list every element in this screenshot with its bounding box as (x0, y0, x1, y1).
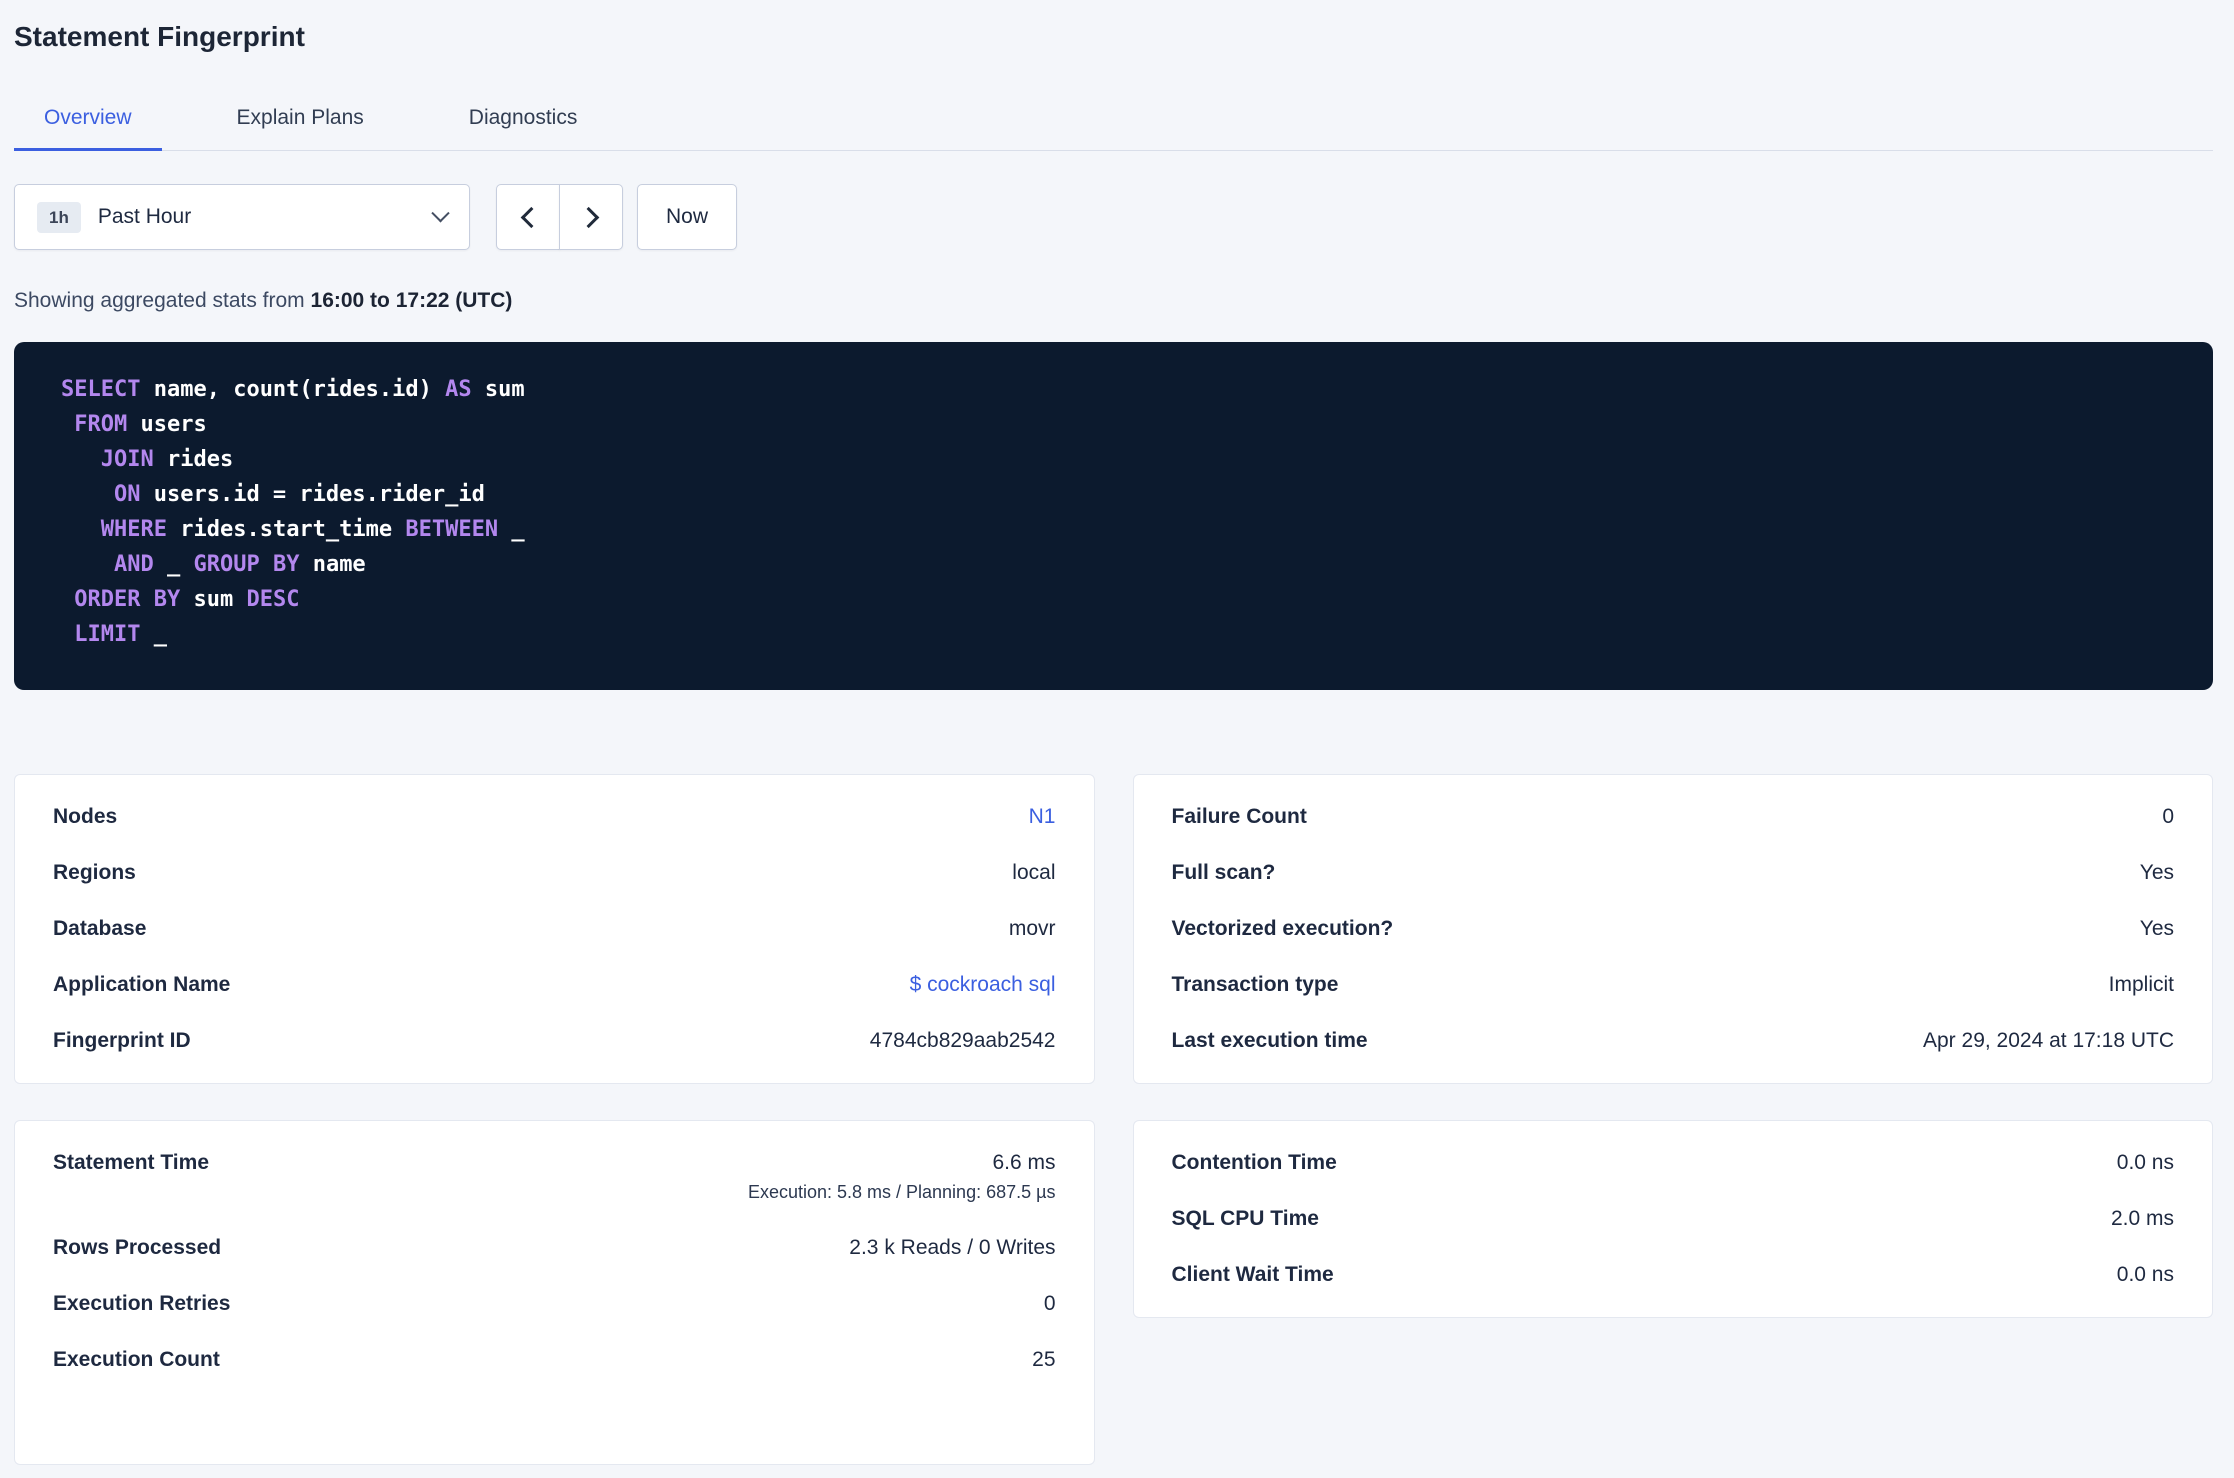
statement-times-rows: Statement Time 6.6 ms Execution: 5.8 ms / … (53, 1135, 1056, 1388)
statement-details-card: Nodes N1 Regions local Database movr Applicati… (14, 774, 1095, 1084)
stat-label: Failure Count (1171, 805, 1307, 828)
stat-row: SQL CPU Time 2.0 ms (1172, 1191, 2175, 1247)
aggregated-stats-prefix: Showing aggregated stats from (14, 289, 305, 312)
stat-label: Nodes (53, 805, 118, 828)
stat-label: Vectorized execution? (1171, 917, 1394, 940)
stat-row: Nodes N1 (53, 789, 1056, 845)
stat-label: SQL CPU Time (1171, 1207, 1319, 1230)
chevron-right-icon (577, 206, 599, 228)
time-interval-badge: 1h (37, 201, 81, 233)
stat-row: Full scan? Yes (1172, 845, 2175, 901)
stat-row: Statement Time 6.6 ms Execution: 5.8 ms / … (53, 1135, 1056, 1220)
stat-value-box: $ cockroach sql (910, 972, 1056, 998)
stat-row: Application Name $ cockroach sql (53, 957, 1056, 1013)
stat-value: 6.6 ms (992, 1151, 1056, 1174)
stat-row: Regions local (53, 845, 1056, 901)
stat-value: 0.0 ns (2116, 1263, 2174, 1286)
stat-value-box: Apr 29, 2024 at 17:18 UTC (1923, 1028, 2174, 1054)
statement-times-card: Statement Time 6.6 ms Execution: 5.8 ms / … (14, 1120, 1095, 1465)
stat-value: 0 (1043, 1292, 1056, 1315)
stat-row: Execution Count 25 (53, 1332, 1056, 1388)
now-button[interactable]: Now (637, 184, 738, 250)
stat-value: 2.3 k Reads / 0 Writes (849, 1236, 1056, 1259)
stat-label: Regions (53, 861, 136, 884)
stat-row: Database movr (53, 901, 1056, 957)
stat-label: Transaction type (1171, 973, 1339, 996)
stat-value: 4784cb829aab2542 (869, 1029, 1056, 1052)
summary-cards: Nodes N1 Regions local Database movr Applicati… (14, 774, 2213, 1465)
stat-label: Rows Processed (53, 1236, 222, 1259)
stat-value-box: Yes (2140, 860, 2174, 886)
stat-value-box: 25 (1032, 1347, 1055, 1373)
stat-label: Client Wait Time (1171, 1263, 1334, 1286)
stat-row: Last execution time Apr 29, 2024 at 17:18… (1172, 1013, 2175, 1069)
execution-attributes-rows: Failure Count 0 Full scan? Yes Vectorized ex… (1172, 789, 2175, 1069)
stat-value-box: local (1012, 860, 1055, 886)
tab-bar: Overview Explain Plans Diagnostics (14, 96, 2213, 151)
stat-value-box: Implicit (2109, 972, 2174, 998)
stat-value-box: 0 (2162, 804, 2174, 830)
stat-value: 0.0 ns (2116, 1151, 2174, 1174)
stat-label: Execution Count (53, 1348, 220, 1371)
stat-value-box: 0 (1044, 1291, 1056, 1317)
stat-row: Client Wait Time 0.0 ns (1172, 1247, 2175, 1303)
stat-label: Statement Time (53, 1151, 209, 1174)
stat-row: Failure Count 0 (1172, 789, 2175, 845)
stat-value: 2.0 ms (2110, 1207, 2174, 1230)
stat-value: Yes (2139, 917, 2174, 940)
stat-value: Apr 29, 2024 at 17:18 UTC (1923, 1029, 2174, 1052)
stat-row: Fingerprint ID 4784cb829aab2542 (53, 1013, 1056, 1069)
next-time-button[interactable] (559, 184, 623, 250)
stat-value-box: 0.0 ns (2117, 1262, 2174, 1288)
stat-value-link[interactable]: $ cockroach sql (910, 973, 1056, 996)
chevron-down-icon (431, 203, 450, 222)
stat-row: Execution Retries 0 (53, 1276, 1056, 1332)
stat-value: 25 (1032, 1348, 1056, 1371)
stat-value: Implicit (2108, 973, 2174, 996)
stat-value-box: Yes (2140, 916, 2174, 942)
tab-explain-plans[interactable]: Explain Plans (207, 96, 394, 151)
time-range-label: Past Hour (97, 205, 192, 228)
stat-value-box: 6.6 ms Execution: 5.8 ms / Planning: 687.… (748, 1150, 1056, 1205)
stat-row: Rows Processed 2.3 k Reads / 0 Writes (53, 1220, 1056, 1276)
stat-row: Vectorized execution? Yes (1172, 901, 2175, 957)
stat-label: Last execution time (1171, 1029, 1368, 1052)
stat-value-link[interactable]: N1 (1029, 805, 1056, 828)
prev-time-button[interactable] (496, 184, 560, 250)
wait-times-card: Contention Time 0.0 ns SQL CPU Time 2.0 ms C… (1132, 1120, 2213, 1318)
stat-label: Database (53, 917, 147, 940)
stat-value-box: 2.0 ms (2111, 1206, 2174, 1232)
statement-details-rows: Nodes N1 Regions local Database movr Applicati… (53, 789, 1056, 1069)
stat-label: Fingerprint ID (53, 1029, 191, 1052)
aggregated-stats-range: 16:00 to 17:22 (UTC) (310, 289, 513, 312)
stat-subvalue: Execution: 5.8 ms / Planning: 687.5 µs (747, 1182, 1056, 1202)
time-range-select[interactable]: 1h Past Hour (14, 184, 470, 250)
stat-value-box: N1 (1029, 804, 1056, 830)
stat-value: Yes (2139, 861, 2174, 884)
stat-label: Application Name (53, 973, 231, 996)
chevron-left-icon (520, 206, 542, 228)
stat-value: local (1012, 861, 1056, 884)
stat-value-box: movr (1009, 916, 1056, 942)
tab-diagnostics[interactable]: Diagnostics (439, 96, 608, 151)
stat-label: Contention Time (1171, 1151, 1337, 1174)
aggregated-stats-text: Showing aggregated stats from 16:00 to 1… (14, 288, 2213, 314)
stat-value: 0 (2162, 805, 2174, 828)
stat-label: Full scan? (1171, 861, 1276, 884)
stat-value: movr (1008, 917, 1056, 940)
sql-statement-box: SELECT name, count(rides.id) AS sum FROM… (14, 342, 2213, 690)
sql-code: SELECT name, count(rides.id) AS sum FROM… (61, 377, 525, 647)
page-title: Statement Fingerprint (14, 21, 305, 52)
stat-value-box: 0.0 ns (2117, 1150, 2174, 1176)
time-range-toolbar: 1h Past Hour Now (14, 184, 2213, 250)
time-step-buttons (496, 184, 623, 250)
wait-times-rows: Contention Time 0.0 ns SQL CPU Time 2.0 ms C… (1172, 1135, 2175, 1303)
stat-label: Execution Retries (53, 1292, 231, 1315)
execution-attributes-card: Failure Count 0 Full scan? Yes Vectorized ex… (1132, 774, 2213, 1084)
stat-row: Contention Time 0.0 ns (1172, 1135, 2175, 1191)
stat-row: Transaction type Implicit (1172, 957, 2175, 1013)
stat-value-box: 4784cb829aab2542 (870, 1028, 1056, 1054)
stat-value-box: 2.3 k Reads / 0 Writes (849, 1235, 1055, 1261)
tab-overview[interactable]: Overview (14, 96, 162, 151)
